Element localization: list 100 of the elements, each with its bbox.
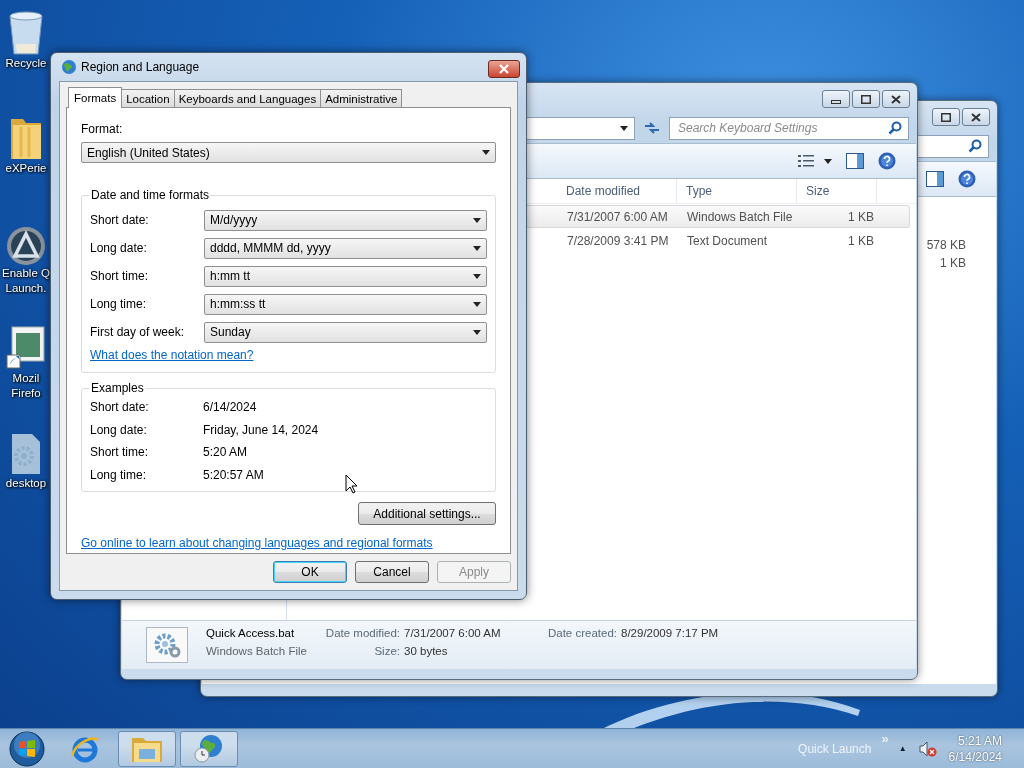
column-header[interactable]: Date modified: [557, 179, 677, 203]
search-icon[interactable]: [968, 139, 982, 153]
close-button[interactable]: [488, 60, 520, 78]
minimize-icon: [831, 99, 841, 104]
muted-speaker-icon[interactable]: [918, 740, 937, 757]
type-cell-text: Windows Batch File: [686, 209, 794, 224]
detail-label: Size:: [373, 645, 401, 659]
close-button[interactable]: [962, 108, 990, 126]
preview-pane-icon[interactable]: [846, 153, 864, 169]
format-label: Format:: [81, 122, 124, 136]
triangle-logo-icon[interactable]: [6, 226, 46, 266]
recycle-bin-icon[interactable]: [6, 10, 46, 56]
maximize-button[interactable]: [932, 108, 960, 126]
desktop-icon-label[interactable]: Recycle: [5, 56, 47, 71]
caret-icon: [824, 158, 832, 164]
group-title: Date and time formats: [89, 188, 212, 202]
size-cell-text: 1 KB: [847, 209, 875, 224]
dialog-button[interactable]: Cancel: [355, 561, 429, 583]
desktop-icon-label[interactable]: Firefo: [11, 386, 41, 401]
format-dropdown[interactable]: h:mm tt: [204, 265, 487, 287]
date-cell-text: 7/28/2009 3:41 PM: [566, 233, 670, 248]
date-cell-text: 7/31/2007 6:00 AM: [566, 209, 669, 224]
dialog-button[interactable]: OK: [273, 561, 347, 583]
file-size-cell: 1 KB: [940, 256, 966, 270]
caret-icon: [473, 273, 481, 279]
field-label: Short time:: [90, 269, 150, 283]
globe-icon: [61, 59, 77, 75]
detail-value: 30 bytes: [404, 645, 449, 659]
desktop-icon-label[interactable]: eXPerie: [5, 161, 47, 176]
window-title: Region and Language: [81, 60, 201, 74]
folder-icon[interactable]: [118, 730, 176, 767]
example-label: Short time:: [90, 445, 150, 460]
example-value: Friday, June 14, 2024: [203, 422, 320, 437]
tab[interactable]: Keyboards and Languages: [173, 89, 322, 107]
globe-clock-icon[interactable]: [180, 730, 238, 767]
view-list-icon[interactable]: [798, 154, 814, 168]
desktop-icon-label[interactable]: Enable Q: [2, 266, 50, 281]
file-name: Quick Access.bat: [206, 627, 296, 641]
notation-link[interactable]: What does the notation mean?: [90, 348, 254, 362]
field-label: Long date:: [90, 241, 148, 255]
field-label: Long time:: [90, 297, 148, 311]
format-dropdown[interactable]: dddd, MMMM dd, yyyy: [204, 237, 487, 259]
online-link[interactable]: Go online to learn about changing languages and regional formats: [81, 536, 433, 550]
file-size-cell: 578 KB: [926, 238, 966, 252]
desktop-icon-label[interactable]: Launch.: [5, 281, 47, 296]
example-value: 5:20 AM: [203, 445, 249, 460]
search-field[interactable]: Search Keyboard Settings: [669, 116, 909, 140]
close-button[interactable]: [882, 90, 910, 108]
tray-arrow[interactable]: ▲: [898, 744, 907, 753]
detail-value: 8/29/2009 7:17 PM: [621, 627, 720, 641]
tab[interactable]: Location: [121, 89, 175, 107]
dropdown-caret-icon: [620, 125, 628, 131]
tab[interactable]: Formats: [68, 87, 123, 108]
file-type: Windows Batch File: [206, 645, 308, 659]
format-dropdown[interactable]: h:mm:ss tt: [204, 293, 487, 315]
desktop-icon-label[interactable]: Mozil: [12, 371, 40, 386]
column-header[interactable]: Size: [797, 179, 877, 203]
example-label: Short date:: [90, 400, 150, 415]
caret-icon: [473, 217, 481, 223]
additional-settings-button[interactable]: Additional settings...: [358, 502, 496, 525]
close-icon: [891, 94, 901, 104]
detail-label: Date modified:: [324, 627, 401, 641]
column-header[interactable]: Type: [677, 179, 797, 203]
desktop-icon-label[interactable]: desktop: [5, 476, 47, 491]
shortcut-icon[interactable]: [6, 325, 46, 371]
field-label: Short date:: [90, 213, 150, 227]
caret-icon: [473, 329, 481, 335]
preview-pane-icon[interactable]: [926, 171, 944, 187]
example-value: 6/14/2024: [203, 400, 258, 415]
detail-label: Date created:: [546, 627, 618, 641]
refresh-icon[interactable]: [644, 121, 660, 135]
example-value: 5:20:57 AM: [203, 467, 265, 482]
group-title: Examples: [89, 381, 146, 395]
minimize-button[interactable]: [822, 90, 850, 108]
start-button[interactable]: [8, 729, 46, 768]
maximize-button[interactable]: [852, 90, 880, 108]
mouse-pointer-icon: [345, 474, 358, 494]
format-dropdown[interactable]: English (United States): [81, 142, 496, 163]
caret-icon: [473, 245, 481, 251]
detail-value: 7/31/2007 6:00 AM: [404, 627, 502, 641]
help-icon[interactable]: [958, 170, 976, 188]
caret-icon: [482, 150, 490, 155]
help-icon[interactable]: [878, 152, 896, 170]
field-label: First day of week:: [90, 325, 186, 339]
format-dropdown[interactable]: Sunday: [204, 321, 487, 343]
search-icon[interactable]: [888, 121, 902, 135]
view-options-button[interactable]: [798, 154, 832, 168]
close-icon: [971, 112, 981, 122]
tab[interactable]: Administrative: [320, 89, 403, 107]
size-cell-text: 1 KB: [847, 233, 875, 248]
search-field[interactable]: [917, 134, 989, 158]
type-cell-text: Text Document: [686, 233, 769, 248]
example-label: Long date:: [90, 422, 148, 437]
maximize-icon: [861, 94, 871, 104]
maximize-icon: [941, 112, 951, 122]
format-dropdown[interactable]: M/d/yyyy: [204, 209, 487, 231]
caret-icon: [473, 301, 481, 307]
close-icon: [498, 64, 510, 74]
gear-file-icon: [146, 627, 188, 663]
example-label: Long time:: [90, 467, 148, 482]
